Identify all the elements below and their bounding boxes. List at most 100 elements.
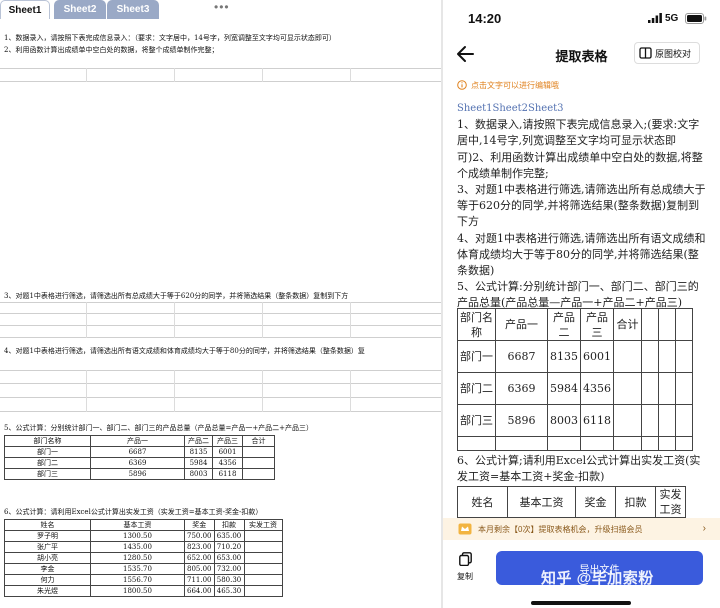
table-cell: 710.20	[213, 541, 245, 553]
table-cell[interactable]	[641, 372, 659, 405]
table-cell[interactable]	[675, 340, 693, 373]
table-cell	[242, 468, 275, 480]
table-cell[interactable]	[495, 436, 548, 451]
sheet-instruction-4: 4、对题1中表格进行筛选，请筛选出所有语文成绩和体育成绩均大于等于80分的同学，…	[4, 347, 365, 355]
table-header: 部门名称	[4, 435, 91, 447]
table-header[interactable]: 基本工资	[507, 486, 576, 518]
table-cell[interactable]: 4356	[580, 372, 614, 405]
bottom-action-bar: 复制 导出文件 知乎 @毕加索粉	[443, 542, 720, 608]
table-cell[interactable]	[658, 404, 676, 437]
sheet-instruction-6: 6、公式计算：请利用Excel公式计算出实发工资（实发工资=基本工资-奖金-扣款…	[4, 508, 263, 516]
table-header[interactable]: 合计	[613, 308, 642, 341]
status-bar: 14:20 5G	[443, 0, 720, 36]
table-header[interactable]: 产品一	[495, 308, 548, 341]
extracted-paragraph[interactable]: 6、公式计算;请利用Excel公式计算出实发工资(实发工资=基本工资+奖金-扣款…	[457, 453, 707, 485]
table-cell[interactable]: 5984	[547, 372, 581, 405]
table-cell	[243, 585, 283, 597]
table-header[interactable]: 姓名	[457, 486, 508, 518]
extracted-dept-table[interactable]: 部门名称 产品一 产品二 产品三 合计 部门一 6687 8135 6001 部…	[457, 308, 693, 451]
table-cell	[243, 574, 283, 586]
extracted-sheet-names[interactable]: Sheet1Sheet2Sheet3	[457, 101, 707, 117]
status-time: 14:20	[468, 11, 502, 26]
table-cell[interactable]	[641, 308, 659, 341]
table-cell[interactable]: 6369	[495, 372, 548, 405]
battery-icon	[685, 13, 707, 24]
table-cell[interactable]	[658, 436, 676, 451]
table-cell: 6369	[90, 457, 185, 469]
table-cell[interactable]: 部门一	[457, 340, 496, 373]
table-cell: 6001	[212, 446, 243, 458]
table-header: 实发工资	[243, 519, 283, 531]
table-header[interactable]: 扣款	[615, 486, 656, 518]
table-cell[interactable]: 部门二	[457, 372, 496, 405]
sheet-instruction-1: 1、数据录入，请按照下表完成信息录入：（要求：文字居中，14号字，列宽调整至文字…	[4, 34, 336, 42]
table-cell: 664.00	[184, 585, 215, 597]
table-cell[interactable]	[658, 372, 676, 405]
table-cell: 1535.70	[90, 563, 185, 575]
table-cell[interactable]	[658, 340, 676, 373]
table-header[interactable]: 部门名称	[457, 308, 496, 341]
sheet-instruction-2: 2、利用函数计算出成绩单中空白处的数据，将整个成绩单制作完整；	[4, 46, 219, 54]
table-cell[interactable]: 部门三	[457, 404, 496, 437]
table-cell[interactable]	[613, 404, 642, 437]
table-row: 朱光煜 1800.50 664.00 465.30	[4, 585, 283, 597]
table-header[interactable]: 产品三	[580, 308, 614, 341]
table-header[interactable]: 实发工资	[655, 486, 686, 518]
table-cell[interactable]	[675, 404, 693, 437]
table-cell[interactable]: 6687	[495, 340, 548, 373]
table-cell	[242, 457, 275, 469]
table-cell[interactable]	[641, 340, 659, 373]
table-cell[interactable]	[547, 436, 581, 451]
table-cell[interactable]	[641, 404, 659, 437]
table-cell[interactable]	[457, 436, 496, 451]
membership-promo-banner[interactable]: 本月剩余【0次】提取表格机会，升级扫描会员 ›	[443, 518, 720, 540]
table-cell: 635.00	[213, 530, 245, 542]
compare-original-button[interactable]: 原图校对	[634, 42, 700, 64]
copy-button[interactable]: 复制	[453, 552, 477, 588]
table-row: 部门二 6369 5984 4356	[4, 457, 275, 469]
extracted-paragraph[interactable]: 1、数据录入,请按照下表完成信息录入;(要求:文字居中,14号字,列宽调整至文字…	[457, 117, 707, 182]
table-cell: 6687	[90, 446, 185, 458]
table-cell: 1556.70	[90, 574, 185, 586]
sheet-instruction-5: 5、公式计算：分别统计部门一、部门二、部门三的产品总量（产品总量=产品一+产品二…	[4, 424, 314, 432]
table-cell[interactable]	[658, 308, 676, 341]
extracted-payroll-table[interactable]: 姓名 基本工资 奖金 扣款 实发工资	[457, 486, 686, 518]
table-cell[interactable]	[675, 308, 693, 341]
table-cell[interactable]: 6001	[580, 340, 614, 373]
extracted-paragraph[interactable]: 4、对题1中表格进行筛选,请筛选出所有语文成绩和体育成绩均大于等于80分的同学,…	[457, 231, 707, 280]
table-cell[interactable]	[675, 372, 693, 405]
extracted-text[interactable]: Sheet1Sheet2Sheet3 1、数据录入,请按照下表完成信息录入;(要…	[457, 101, 707, 312]
extracted-paragraph[interactable]: 3、对题1中表格进行筛选,请筛选出所有总成绩大于等于620分的同学,并将筛选结果…	[457, 182, 707, 231]
table-cell: 部门三	[4, 468, 91, 480]
table-cell: 580.30	[213, 574, 245, 586]
table-cell[interactable]: 8003	[547, 404, 581, 437]
table-header[interactable]: 产品二	[547, 308, 581, 341]
table-cell: 1300.50	[90, 530, 185, 542]
table-cell[interactable]	[613, 436, 642, 451]
table-cell[interactable]: 5896	[495, 404, 548, 437]
sheet-tab-3[interactable]: Sheet3	[107, 0, 159, 19]
table-cell	[243, 541, 283, 553]
table-cell: 465.30	[213, 585, 245, 597]
payroll-table: 姓名 基本工资 奖金 扣款 实发工资 罗子明 1300.50 750.00 63…	[4, 519, 283, 597]
watermark: 知乎 @毕加索粉	[541, 570, 654, 587]
table-row: 部门一 6687 8135 6001	[4, 446, 275, 458]
table-cell[interactable]	[613, 372, 642, 405]
edit-hint-text: 点击文字可以进行编辑哦	[471, 80, 559, 90]
compare-original-label: 原图校对	[655, 48, 692, 59]
table-cell: 胡小亮	[4, 552, 91, 564]
table-cell[interactable]	[613, 340, 642, 373]
sheet-tab-2[interactable]: Sheet2	[54, 0, 106, 19]
table-cell: 6118	[212, 468, 243, 480]
table-cell: 711.00	[184, 574, 215, 586]
table-cell[interactable]	[641, 436, 659, 451]
table-cell[interactable]: 6118	[580, 404, 614, 437]
table-cell[interactable]	[675, 436, 693, 451]
table-row: 部门三 5896 8003 6118	[4, 468, 275, 480]
more-tabs-icon[interactable]: •••	[214, 0, 230, 14]
table-header[interactable]: 奖金	[575, 486, 616, 518]
table-cell[interactable]	[580, 436, 614, 451]
extracted-paragraph[interactable]: 5、公式计算:分别统计部门一、部门二、部门三的产品总量(产品总量—产品一+产品二…	[457, 279, 707, 311]
sheet-tab-1[interactable]: Sheet1	[0, 0, 50, 19]
table-cell[interactable]: 8135	[547, 340, 581, 373]
